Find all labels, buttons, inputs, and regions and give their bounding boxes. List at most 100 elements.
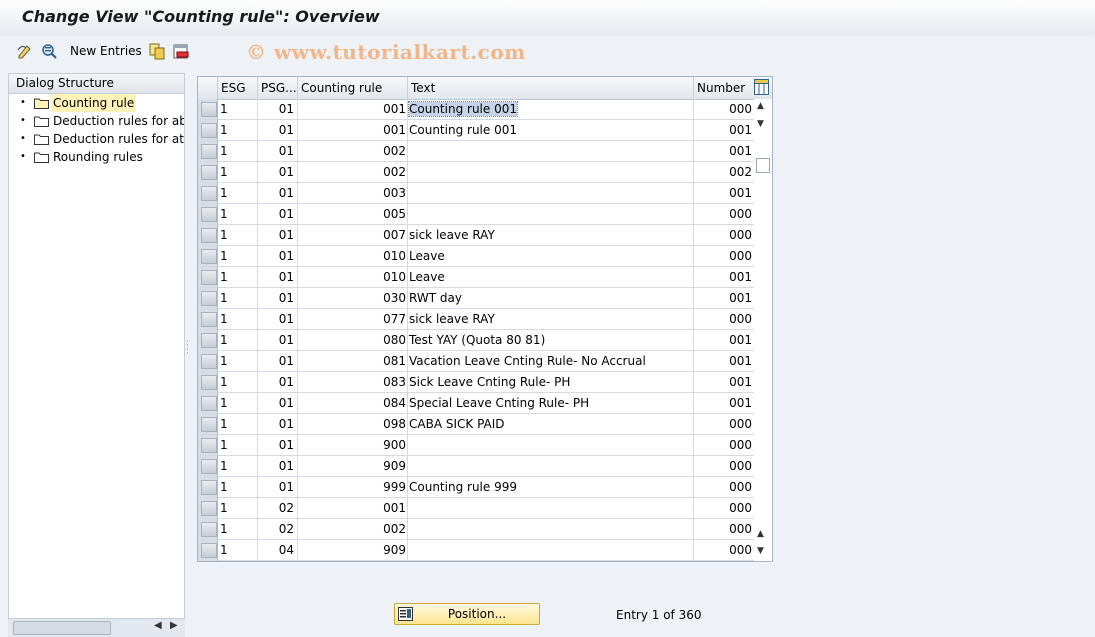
row-selector[interactable] <box>198 540 218 561</box>
table-row[interactable]: 1 01 999 Counting rule 999 000 <box>198 477 754 498</box>
cell-number[interactable]: 000 <box>694 540 754 561</box>
cell-text[interactable]: Test YAY (Quota 80 81) <box>408 330 694 351</box>
scroll-down-bottom-icon[interactable]: ▼ <box>757 546 764 556</box>
cell-number[interactable]: 000 <box>694 225 754 246</box>
table-row[interactable]: 1 01 081 Vacation Leave Cnting Rule- No Acc… <box>198 351 754 372</box>
position-button[interactable]: Position... <box>394 603 540 625</box>
tree-item[interactable]: • Counting rule <box>9 94 184 112</box>
cell-counting-rule[interactable]: 080 <box>298 330 408 351</box>
cell-counting-rule[interactable]: 001 <box>298 498 408 519</box>
cell-esg[interactable]: 1 <box>218 351 258 372</box>
cell-esg[interactable]: 1 <box>218 309 258 330</box>
cell-number[interactable]: 001 <box>694 183 754 204</box>
table-row[interactable]: 1 01 007 sick leave RAY 000 <box>198 225 754 246</box>
cell-psg[interactable]: 01 <box>258 99 298 120</box>
cell-esg[interactable]: 1 <box>218 540 258 561</box>
cell-counting-rule[interactable]: 077 <box>298 309 408 330</box>
cell-counting-rule[interactable]: 900 <box>298 435 408 456</box>
row-selector[interactable] <box>198 309 218 330</box>
table-row[interactable]: 1 01 084 Special Leave Cnting Rule- PH 001 <box>198 393 754 414</box>
cell-psg[interactable]: 01 <box>258 120 298 141</box>
cell-esg[interactable]: 1 <box>218 141 258 162</box>
table-row[interactable]: 1 01 005 000 <box>198 204 754 225</box>
cell-esg[interactable]: 1 <box>218 456 258 477</box>
cell-counting-rule[interactable]: 030 <box>298 288 408 309</box>
table-row[interactable]: 1 01 010 Leave 001 <box>198 267 754 288</box>
cell-esg[interactable]: 1 <box>218 267 258 288</box>
cell-counting-rule[interactable]: 001 <box>298 120 408 141</box>
cell-esg[interactable]: 1 <box>218 162 258 183</box>
cell-esg[interactable]: 1 <box>218 183 258 204</box>
table-row[interactable]: 1 01 030 RWT day 001 <box>198 288 754 309</box>
table-row[interactable]: 1 01 001 Counting rule 001 000 <box>198 99 754 120</box>
cell-number[interactable]: 000 <box>694 435 754 456</box>
cell-text[interactable]: Counting rule 001 <box>408 120 694 141</box>
cell-counting-rule[interactable]: 005 <box>298 204 408 225</box>
cell-psg[interactable]: 01 <box>258 477 298 498</box>
table-row[interactable]: 1 01 098 CABA SICK PAID 000 <box>198 414 754 435</box>
column-header-counting-rule[interactable]: Counting rule <box>298 77 408 99</box>
row-selector[interactable] <box>198 204 218 225</box>
scroll-left-icon[interactable]: ◀ <box>154 620 162 631</box>
cell-counting-rule[interactable]: 081 <box>298 351 408 372</box>
cell-text[interactable] <box>408 456 694 477</box>
cell-text[interactable]: Special Leave Cnting Rule- PH <box>408 393 694 414</box>
cell-text[interactable]: sick leave RAY <box>408 225 694 246</box>
cell-text[interactable] <box>408 141 694 162</box>
cell-number[interactable]: 000 <box>694 204 754 225</box>
cell-psg[interactable]: 01 <box>258 141 298 162</box>
cell-text[interactable]: sick leave RAY <box>408 309 694 330</box>
cell-number[interactable]: 001 <box>694 330 754 351</box>
cell-counting-rule[interactable]: 098 <box>298 414 408 435</box>
column-header-number[interactable]: Number <box>694 77 754 99</box>
row-selector[interactable] <box>198 267 218 288</box>
row-selector[interactable] <box>198 141 218 162</box>
cell-counting-rule[interactable]: 002 <box>298 162 408 183</box>
cell-esg[interactable]: 1 <box>218 519 258 540</box>
cell-esg[interactable]: 1 <box>218 288 258 309</box>
table-row[interactable]: 1 01 077 sick leave RAY 000 <box>198 309 754 330</box>
cell-psg[interactable]: 01 <box>258 204 298 225</box>
row-selector[interactable] <box>198 120 218 141</box>
cell-psg[interactable]: 01 <box>258 267 298 288</box>
row-selector[interactable] <box>198 246 218 267</box>
table-row[interactable]: 1 01 003 001 <box>198 183 754 204</box>
cell-text[interactable] <box>408 519 694 540</box>
cell-counting-rule[interactable]: 083 <box>298 372 408 393</box>
row-selector[interactable] <box>198 183 218 204</box>
table-row[interactable]: 1 02 002 000 <box>198 519 754 540</box>
table-row[interactable]: 1 01 010 Leave 000 <box>198 246 754 267</box>
cell-number[interactable]: 000 <box>694 519 754 540</box>
copy-icon[interactable] <box>148 42 166 60</box>
cell-psg[interactable]: 01 <box>258 414 298 435</box>
cell-counting-rule[interactable]: 909 <box>298 540 408 561</box>
cell-psg[interactable]: 01 <box>258 372 298 393</box>
scroll-up-icon[interactable]: ▲ <box>757 101 764 111</box>
cell-esg[interactable]: 1 <box>218 435 258 456</box>
cell-counting-rule[interactable]: 002 <box>298 141 408 162</box>
edit-display-icon[interactable] <box>16 42 34 60</box>
cell-psg[interactable]: 02 <box>258 519 298 540</box>
cell-text[interactable]: Counting rule 001 <box>408 99 694 120</box>
cell-psg[interactable]: 01 <box>258 456 298 477</box>
cell-number[interactable]: 001 <box>694 372 754 393</box>
row-selector[interactable] <box>198 498 218 519</box>
cell-number[interactable]: 001 <box>694 141 754 162</box>
cell-number[interactable]: 000 <box>694 456 754 477</box>
cell-number[interactable]: 000 <box>694 414 754 435</box>
scroll-up-bottom-icon[interactable]: ▲ <box>757 529 764 539</box>
cell-number[interactable]: 002 <box>694 162 754 183</box>
row-selector[interactable] <box>198 351 218 372</box>
cell-counting-rule[interactable]: 999 <box>298 477 408 498</box>
cell-text[interactable]: CABA SICK PAID <box>408 414 694 435</box>
cell-text[interactable]: Leave <box>408 246 694 267</box>
vertical-scroll-thumb[interactable] <box>756 158 770 173</box>
cell-esg[interactable]: 1 <box>218 246 258 267</box>
cell-psg[interactable]: 01 <box>258 225 298 246</box>
cell-number[interactable]: 001 <box>694 351 754 372</box>
cell-text[interactable] <box>408 540 694 561</box>
cell-text[interactable]: Counting rule 999 <box>408 477 694 498</box>
cell-counting-rule[interactable]: 010 <box>298 267 408 288</box>
cell-text[interactable] <box>408 204 694 225</box>
cell-text[interactable]: Sick Leave Cnting Rule- PH <box>408 372 694 393</box>
